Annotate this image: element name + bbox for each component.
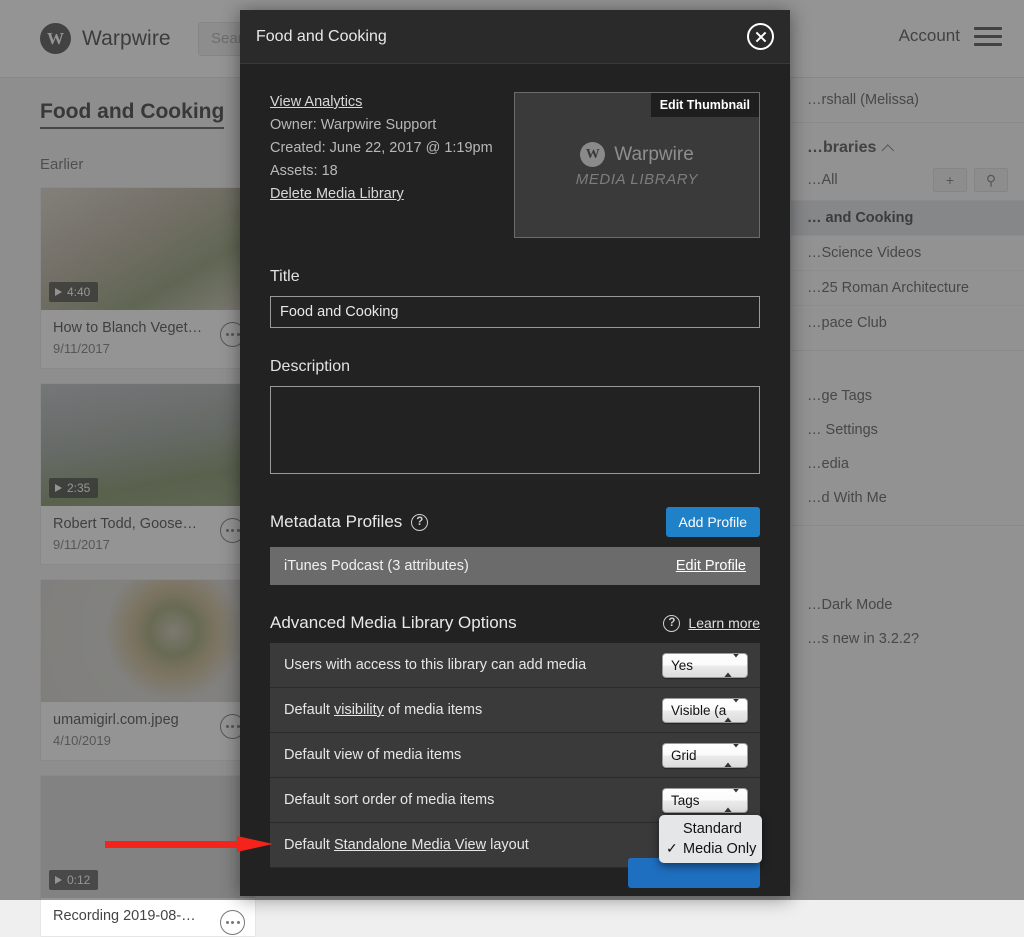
standalone-layout-dropdown-menu[interactable]: Standard ✓ Media Only xyxy=(659,815,762,863)
chevron-updown-icon xyxy=(724,703,740,718)
metadata-profile-name: iTunes Podcast (3 attributes) xyxy=(284,558,469,574)
option-label: Users with access to this library can ad… xyxy=(284,657,586,673)
library-info-row: View Analytics Owner: Warpwire Support C… xyxy=(270,92,760,238)
title-field-label: Title xyxy=(270,268,760,286)
learn-more-link[interactable]: Learn more xyxy=(688,615,760,631)
warpwire-logo-icon: W xyxy=(580,142,605,167)
add-media-select[interactable]: Yes xyxy=(662,653,748,678)
option-row-add-media: Users with access to this library can ad… xyxy=(270,643,760,688)
close-icon[interactable] xyxy=(747,23,774,50)
chevron-updown-icon xyxy=(724,748,740,763)
media-library-settings-modal: Food and Cooking View Analytics Owner: W… xyxy=(240,10,790,896)
option-label: Default view of media items xyxy=(284,747,461,763)
select-value: Yes xyxy=(671,658,693,673)
learn-more-group: ? Learn more xyxy=(663,615,760,632)
question-mark-icon[interactable]: ? xyxy=(663,615,680,632)
select-value: Grid xyxy=(671,748,697,763)
option-label-post: layout xyxy=(486,837,529,853)
option-label-post: of media items xyxy=(384,702,482,718)
option-label: Default sort order of media items xyxy=(284,792,494,808)
add-profile-button[interactable]: Add Profile xyxy=(666,507,760,537)
check-icon: ✓ xyxy=(666,840,678,857)
modal-body: View Analytics Owner: Warpwire Support C… xyxy=(240,64,790,868)
edit-thumbnail-button[interactable]: Edit Thumbnail xyxy=(651,93,759,117)
option-label-pre: Default xyxy=(284,837,334,853)
metadata-profiles-title-wrap: Metadata Profiles ? xyxy=(270,512,428,532)
option-label-link[interactable]: Standalone Media View xyxy=(334,837,486,853)
thumbnail-subtitle: MEDIA LIBRARY xyxy=(576,171,699,188)
library-info: View Analytics Owner: Warpwire Support C… xyxy=(270,92,493,238)
modal-header: Food and Cooking xyxy=(240,10,790,64)
card-menu-icon[interactable] xyxy=(220,910,245,935)
card-body: Recording 2019-08-… xyxy=(41,898,255,936)
dropdown-option-media-only[interactable]: ✓ Media Only xyxy=(659,839,762,859)
default-view-select[interactable]: Grid xyxy=(662,743,748,768)
option-label-link[interactable]: visibility xyxy=(334,702,384,718)
assets-count-text: Assets: 18 xyxy=(270,163,493,179)
advanced-options-title: Advanced Media Library Options xyxy=(270,613,517,633)
dropdown-option-label: Media Only xyxy=(683,841,756,857)
option-label-pre: Default xyxy=(284,702,334,718)
select-value: Visible (a xyxy=(671,703,726,718)
delete-media-library-link[interactable]: Delete Media Library xyxy=(270,186,493,202)
dropdown-option-standard[interactable]: Standard xyxy=(659,819,762,839)
option-row-visibility: Default visibility of media items Visibl… xyxy=(270,688,760,733)
thumbnail-logo: W Warpwire xyxy=(580,142,694,167)
metadata-profile-row: iTunes Podcast (3 attributes) Edit Profi… xyxy=(270,547,760,585)
edit-profile-link[interactable]: Edit Profile xyxy=(676,558,746,574)
thumbnail-logo-name: Warpwire xyxy=(614,144,694,166)
question-mark-icon[interactable]: ? xyxy=(411,514,428,531)
created-text: Created: June 22, 2017 @ 1:19pm xyxy=(270,140,493,156)
view-analytics-link[interactable]: View Analytics xyxy=(270,94,493,110)
annotation-arrow-icon xyxy=(105,836,273,852)
title-input[interactable] xyxy=(270,296,760,328)
modal-title: Food and Cooking xyxy=(256,28,387,46)
advanced-options-header: Advanced Media Library Options ? Learn m… xyxy=(270,613,760,633)
description-textarea[interactable] xyxy=(270,386,760,474)
option-label: Default visibility of media items xyxy=(284,702,482,718)
chevron-updown-icon xyxy=(724,793,740,808)
metadata-profiles-header: Metadata Profiles ? Add Profile xyxy=(270,507,760,537)
option-label: Default Standalone Media View layout xyxy=(284,837,529,853)
select-value: Tags xyxy=(671,793,700,808)
visibility-select[interactable]: Visible (a xyxy=(662,698,748,723)
thumbnail-preview[interactable]: Edit Thumbnail W Warpwire MEDIA LIBRARY xyxy=(514,92,760,238)
owner-text: Owner: Warpwire Support xyxy=(270,117,493,133)
page-root: W Warpwire Search Account Food and Cooki… xyxy=(0,0,1024,900)
card-title: Recording 2019-08-… xyxy=(53,908,243,924)
chevron-updown-icon xyxy=(724,658,740,673)
metadata-profiles-title: Metadata Profiles xyxy=(270,512,402,532)
option-row-default-view: Default view of media items Grid xyxy=(270,733,760,778)
dropdown-option-label: Standard xyxy=(683,821,742,837)
description-field-label: Description xyxy=(270,358,760,376)
sort-order-select[interactable]: Tags xyxy=(662,788,748,813)
